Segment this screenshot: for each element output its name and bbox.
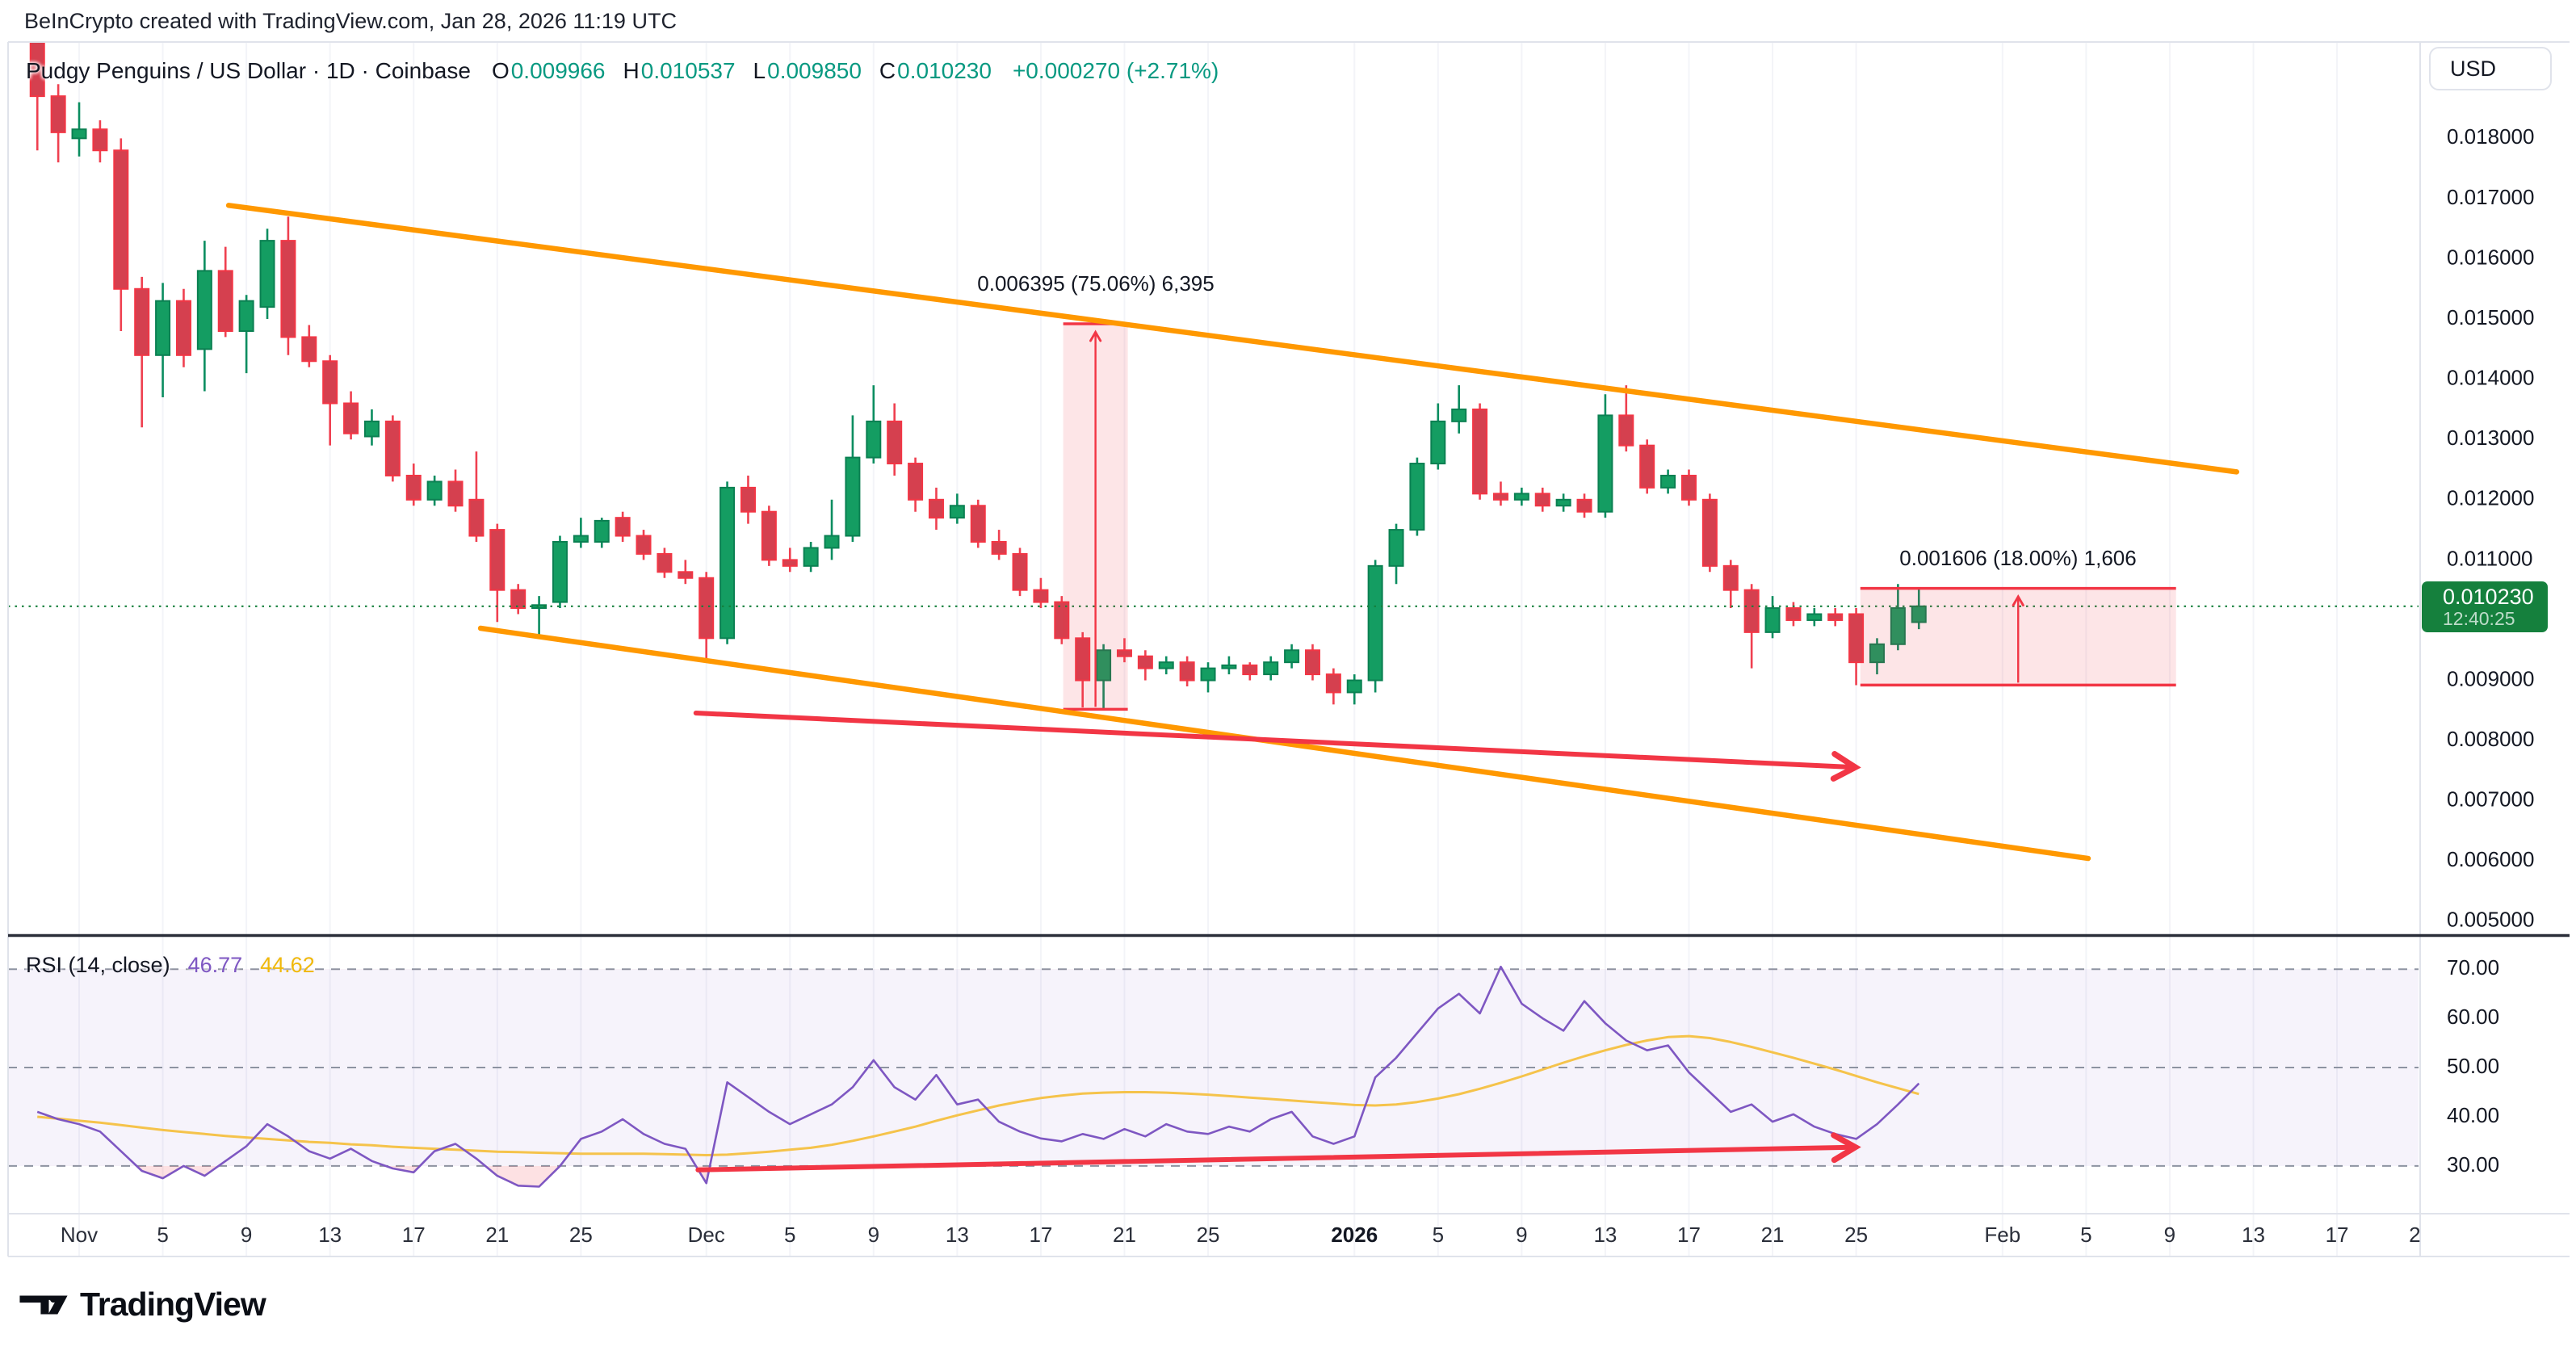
- time-axis-label: 25: [569, 1223, 593, 1247]
- measure-label-1[interactable]: 0.006395 (75.06%) 6,395: [977, 271, 1214, 296]
- time-axis-label: 9: [2164, 1223, 2175, 1247]
- time-axis-label: 9: [868, 1223, 879, 1247]
- time-axis-label: 13: [2242, 1223, 2265, 1247]
- price-axis-labels[interactable]: 0.018000 0.017000 0.016000 0.015000 0.014000…: [2447, 124, 2534, 932]
- time-axis-label: 17: [402, 1223, 426, 1247]
- time-axis-label: 25: [1197, 1223, 1220, 1247]
- ohlc-pair: L0.009850: [753, 58, 862, 84]
- rsi-axis-labels[interactable]: 70.00 60.00 50.00 40.00 30.00: [2447, 955, 2499, 1177]
- rsi-axis-label: 60.00: [2447, 1005, 2499, 1029]
- time-axis-label: 5: [1433, 1223, 1444, 1247]
- last-price-badge[interactable]: 0.010230 12:40:25: [2422, 581, 2548, 632]
- upper-channel-trendline: [229, 205, 2237, 472]
- price-axis-label: 0.008000: [2447, 727, 2534, 751]
- price-axis-label: 0.014000: [2447, 366, 2534, 390]
- rsi-axis-label: 40.00: [2447, 1103, 2499, 1127]
- time-axis-label: 21: [1113, 1223, 1136, 1247]
- time-axis-label: Nov: [61, 1223, 98, 1247]
- time-axis-label: Feb: [1984, 1223, 2020, 1247]
- time-axis-label: 13: [946, 1223, 969, 1247]
- rsi-indicator-title[interactable]: RSI (14, close): [26, 953, 170, 978]
- attribution-bar: BeInCrypto created with TradingView.com,…: [24, 0, 677, 42]
- time-axis-label: 21: [485, 1223, 509, 1247]
- ohlc-pair: H0.010537: [623, 58, 736, 84]
- last-price-value: 0.010230: [2443, 585, 2548, 608]
- price-support-arrow: [696, 713, 1852, 767]
- price-axis-label: 0.005000: [2447, 908, 2534, 932]
- price-axis-label: 0.013000: [2447, 426, 2534, 450]
- price-axis-label: 0.016000: [2447, 245, 2534, 269]
- footer-brand: TradingView: [19, 1286, 266, 1324]
- change-value: +0.000270 (+2.71%): [1013, 58, 1219, 84]
- currency-toggle-button[interactable]: USD: [2429, 47, 2552, 90]
- time-axis-labels[interactable]: Nov 5 9 13 17 21 25 Dec 5 9 13 17 21 25 2026 5 9 13 17 21 25…: [61, 1223, 2432, 1247]
- price-axis-label: 0.017000: [2447, 185, 2534, 209]
- time-axis-label: 13: [318, 1223, 342, 1247]
- rsi-band: [8, 969, 2419, 1166]
- ohlc-pair: O0.009966: [492, 58, 606, 84]
- price-axis-label: 0.012000: [2447, 486, 2534, 510]
- time-axis-label: 9: [241, 1223, 252, 1247]
- time-axis-label: 17: [2326, 1223, 2349, 1247]
- price-axis-label: 0.015000: [2447, 305, 2534, 329]
- rsi-axis-label: 30.00: [2447, 1152, 2499, 1177]
- time-axis-label: Dec: [688, 1223, 725, 1247]
- price-axis-label: 0.009000: [2447, 666, 2534, 690]
- measured-move-box-2[interactable]: [1861, 589, 2176, 686]
- time-axis-label: 17: [1677, 1223, 1701, 1247]
- ohlc-pair: C0.010230: [879, 58, 992, 84]
- tradingview-logo-icon: [19, 1290, 69, 1319]
- time-axis-label: 5: [2080, 1223, 2091, 1247]
- time-axis-label: 21: [1761, 1223, 1785, 1247]
- rsi-axis-label: 70.00: [2447, 955, 2499, 980]
- time-axis-label: 17: [1029, 1223, 1052, 1247]
- attribution-text: BeInCrypto created with TradingView.com,…: [24, 9, 677, 34]
- time-axis-label: 5: [784, 1223, 795, 1247]
- time-axis-label: 2026: [1331, 1223, 1378, 1247]
- candle-series[interactable]: [31, 30, 1926, 709]
- rsi-value: 46.77: [188, 953, 243, 978]
- time-axis-label: 5: [157, 1223, 168, 1247]
- measured-move-box-1[interactable]: [1064, 324, 1128, 709]
- trendlines[interactable]: [229, 205, 2237, 858]
- time-axis-label: 13: [1593, 1223, 1617, 1247]
- bar-countdown: 12:40:25: [2443, 609, 2548, 628]
- price-axis-label: 0.018000: [2447, 124, 2534, 149]
- time-axis-label: 25: [1844, 1223, 1868, 1247]
- ohlc-values: O0.009966 H0.010537 L0.009850 C0.010230: [492, 58, 992, 84]
- price-axis-label: 0.011000: [2447, 546, 2533, 570]
- symbol-legend: Pudgy Penguins / US Dollar · 1D · Coinba…: [26, 58, 1219, 84]
- symbol-title[interactable]: Pudgy Penguins / US Dollar · 1D · Coinba…: [26, 58, 471, 84]
- price-axis-label: 0.006000: [2447, 847, 2534, 871]
- rsi-ma-value: 44.62: [260, 953, 315, 978]
- rsi-legend: RSI (14, close) 46.77 44.62: [26, 953, 315, 978]
- tradingview-chart-screenshot: 0.018000 0.017000 0.016000 0.015000 0.014000…: [0, 0, 2576, 1355]
- price-axis-label: 0.007000: [2447, 787, 2534, 812]
- rsi-axis-label: 50.00: [2447, 1054, 2499, 1078]
- currency-label: USD: [2450, 57, 2496, 82]
- measure-label-2[interactable]: 0.001606 (18.00%) 1,606: [1899, 546, 2136, 571]
- tradingview-wordmark: TradingView: [80, 1286, 266, 1324]
- time-axis-label: 9: [1516, 1223, 1527, 1247]
- price-chart-canvas[interactable]: 0.018000 0.017000 0.016000 0.015000 0.014000…: [0, 0, 2576, 1355]
